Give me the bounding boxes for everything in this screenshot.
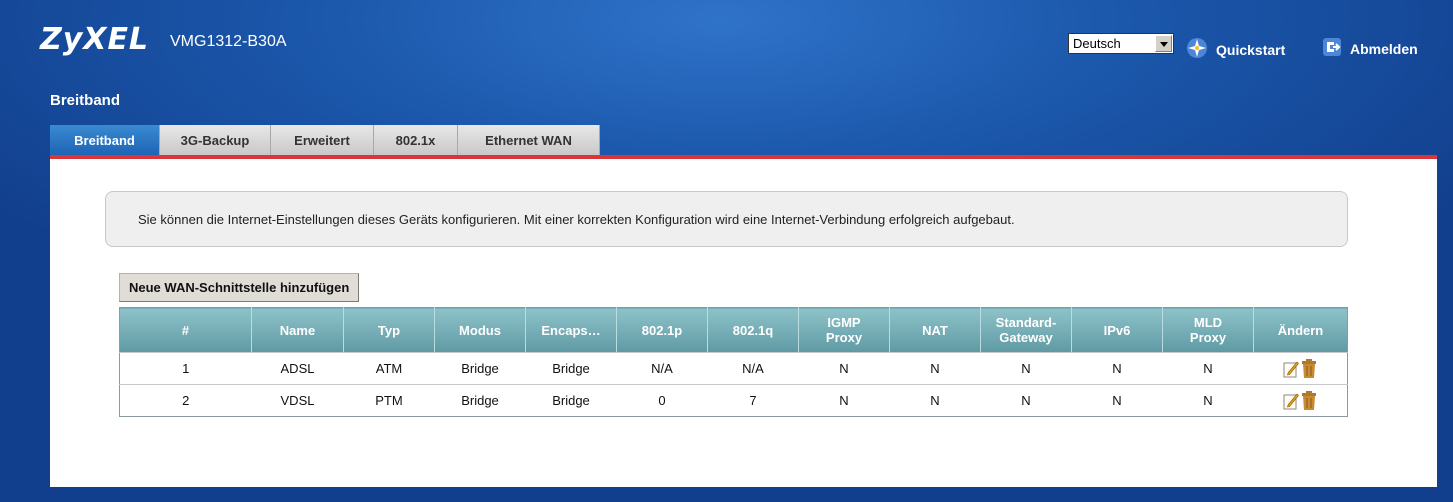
gateway-line-2: Gateway: [999, 330, 1053, 345]
page-title: Breitband: [50, 92, 121, 109]
cell-actions: [1253, 384, 1348, 417]
col-header-encapsulation: Encaps…: [525, 307, 617, 353]
cell-mode: Bridge: [434, 384, 526, 417]
cell-nat: N: [889, 384, 981, 417]
language-select[interactable]: Deutsch: [1068, 33, 1174, 54]
wan-interface-table: # Name Typ Modus Encaps… 802.1p 802.1q I…: [119, 307, 1348, 417]
cell-ipv6: N: [1071, 384, 1163, 417]
cell-mode: Bridge: [434, 352, 526, 385]
quickstart-label: Quickstart: [1216, 41, 1286, 58]
device-model: VMG1312-B30A: [170, 33, 287, 50]
igmp-line-1: IGMP: [827, 315, 861, 330]
table-row: 1 ADSL ATM Bridge Bridge N/A N/A N N N N…: [119, 352, 1348, 385]
trash-can-icon[interactable]: [1301, 390, 1317, 411]
top-bar: ZyXEL VMG1312-B30A Deutsch Quickstart Ab…: [0, 0, 1453, 90]
cell-encapsulation: Bridge: [525, 352, 617, 385]
language-selected-value: Deutsch: [1073, 36, 1121, 51]
edit-pencil-icon[interactable]: [1283, 360, 1300, 378]
cell-index: 2: [119, 384, 252, 417]
gateway-line-1: Standard-: [995, 315, 1057, 330]
col-header-8021q: 802.1q: [707, 307, 799, 353]
col-header-index: #: [119, 307, 252, 353]
cell-igmp-proxy: N: [798, 352, 890, 385]
col-header-mode: Modus: [434, 307, 526, 353]
tab-breitband[interactable]: Breitband: [50, 125, 160, 155]
content-panel: Sie können die Internet-Einstellungen di…: [50, 159, 1437, 487]
info-box: Sie können die Internet-Einstellungen di…: [105, 191, 1348, 247]
cell-name: VDSL: [251, 384, 344, 417]
wizard-star-icon: [1186, 37, 1208, 62]
col-header-type: Typ: [343, 307, 435, 353]
logout-label: Abmelden: [1350, 40, 1418, 57]
col-header-nat: NAT: [889, 307, 981, 353]
tab-8021x[interactable]: 802.1x: [374, 125, 458, 155]
tab-erweitert[interactable]: Erweitert: [271, 125, 374, 155]
cell-mld-proxy: N: [1162, 352, 1254, 385]
cell-type: PTM: [343, 384, 435, 417]
table-row: 2 VDSL PTM Bridge Bridge 0 7 N N N N N: [119, 384, 1348, 417]
cell-mld-proxy: N: [1162, 384, 1254, 417]
mld-line-1: MLD: [1193, 315, 1223, 330]
cell-igmp-proxy: N: [798, 384, 890, 417]
col-header-modify: Ändern: [1253, 307, 1348, 353]
cell-actions: [1253, 352, 1348, 385]
cell-nat: N: [889, 352, 981, 385]
tab-bar: Breitband 3G-Backup Erweitert 802.1x Eth…: [50, 125, 600, 155]
quickstart-link[interactable]: Quickstart: [1186, 37, 1285, 62]
cell-encapsulation: Bridge: [525, 384, 617, 417]
zyxel-logo: ZyXEL: [40, 22, 150, 57]
logout-link[interactable]: Abmelden: [1322, 37, 1418, 60]
col-header-8021p: 802.1p: [616, 307, 708, 353]
cell-gateway: N: [980, 384, 1072, 417]
col-header-gateway: Standard- Gateway: [980, 307, 1072, 353]
col-header-name: Name: [251, 307, 344, 353]
logout-icon: [1322, 37, 1342, 60]
cell-8021q: N/A: [707, 352, 799, 385]
mld-line-2: Proxy: [1189, 330, 1227, 345]
col-header-ipv6: IPv6: [1071, 307, 1163, 353]
cell-8021p: 0: [616, 384, 708, 417]
tab-3g-backup[interactable]: 3G-Backup: [160, 125, 271, 155]
add-wan-interface-button[interactable]: Neue WAN-Schnittstelle hinzufügen: [119, 273, 360, 302]
igmp-line-2: Proxy: [825, 330, 863, 345]
table-header-row: # Name Typ Modus Encaps… 802.1p 802.1q I…: [119, 307, 1348, 353]
cell-type: ATM: [343, 352, 435, 385]
col-header-igmp-proxy: IGMP Proxy: [798, 307, 890, 353]
tab-ethernet-wan[interactable]: Ethernet WAN: [458, 125, 600, 155]
trash-can-icon[interactable]: [1301, 358, 1317, 379]
edit-pencil-icon[interactable]: [1283, 392, 1300, 410]
cell-8021q: 7: [707, 384, 799, 417]
cell-ipv6: N: [1071, 352, 1163, 385]
cell-name: ADSL: [251, 352, 344, 385]
col-header-mld-proxy: MLD Proxy: [1162, 307, 1254, 353]
info-text: Sie können die Internet-Einstellungen di…: [138, 211, 1015, 227]
cell-8021p: N/A: [616, 352, 708, 385]
cell-index: 1: [119, 352, 252, 385]
cell-gateway: N: [980, 352, 1072, 385]
dropdown-arrow-icon[interactable]: [1155, 35, 1172, 52]
